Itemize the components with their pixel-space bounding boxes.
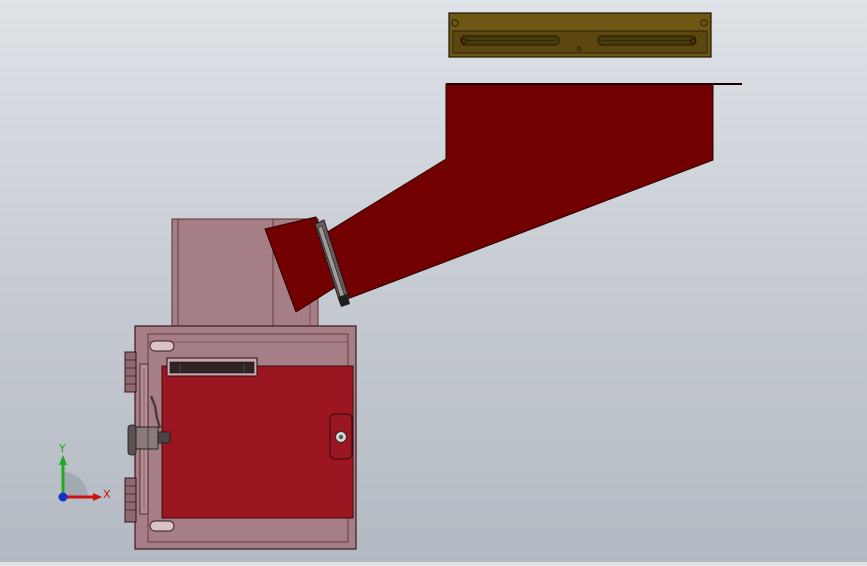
mounting-frame[interactable] xyxy=(448,12,712,58)
door-lock[interactable] xyxy=(329,413,353,460)
triad-y-label: Y xyxy=(59,442,66,455)
cad-model-drawing xyxy=(58,12,742,550)
triad-x-label: X xyxy=(103,488,111,501)
side-hinge-bottom[interactable] xyxy=(124,477,137,523)
side-hinge-top[interactable] xyxy=(124,351,137,393)
cad-graphics-viewport[interactable]: Y X xyxy=(0,0,867,562)
inlet-slot[interactable] xyxy=(166,357,258,377)
coordinate-triad xyxy=(58,455,102,502)
